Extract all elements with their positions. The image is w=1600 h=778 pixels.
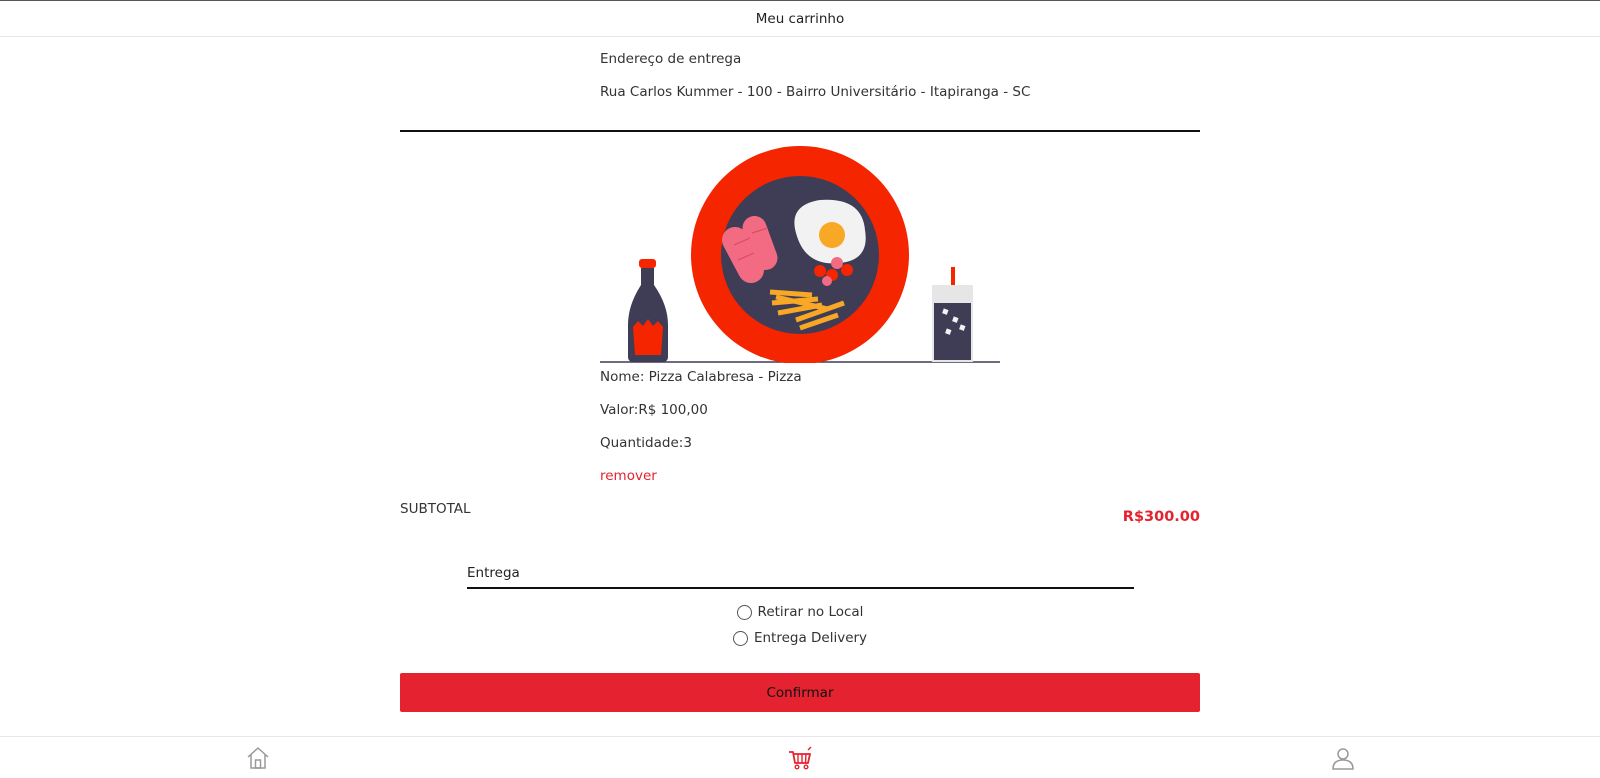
delivery-field[interactable]: Entrega: [467, 561, 1134, 589]
option-delivery[interactable]: Entrega Delivery: [400, 628, 1200, 648]
item-price: Valor:R$ 100,00: [600, 402, 708, 418]
confirm-button[interactable]: Confirmar: [400, 673, 1200, 712]
item-quantity: Quantidade:3: [600, 435, 692, 451]
drink-glass-illustration: [932, 267, 973, 362]
pickup-label: Retirar no Local: [757, 604, 864, 620]
pickup-radio[interactable]: [736, 604, 752, 620]
bottom-nav: [0, 736, 1600, 778]
top-bar: Meu carrinho: [0, 0, 1600, 37]
cart-icon[interactable]: [787, 745, 813, 771]
delivery-field-label: Entrega: [467, 565, 520, 581]
home-icon[interactable]: [245, 745, 271, 771]
delivery-label: Entrega Delivery: [753, 630, 868, 646]
plate-illustration: [691, 146, 909, 363]
address-label: Endereço de entrega: [600, 51, 742, 67]
user-icon[interactable]: [1330, 745, 1356, 771]
option-pickup[interactable]: Retirar no Local: [400, 602, 1200, 622]
item-name: Nome: Pizza Calabresa - Pizza: [600, 369, 802, 385]
food-plate-illustration: [600, 146, 1000, 363]
delivery-radio[interactable]: [732, 630, 748, 646]
subtotal-label: SUBTOTAL: [400, 501, 471, 517]
subtotal-value: R$300.00: [1122, 509, 1200, 525]
page-title: Meu carrinho: [755, 10, 845, 27]
remove-item-link[interactable]: remover: [600, 468, 657, 484]
ketchup-bottle-illustration: [628, 259, 668, 362]
divider: [400, 130, 1200, 132]
address-value: Rua Carlos Kummer - 100 - Bairro Univers…: [600, 84, 1031, 100]
